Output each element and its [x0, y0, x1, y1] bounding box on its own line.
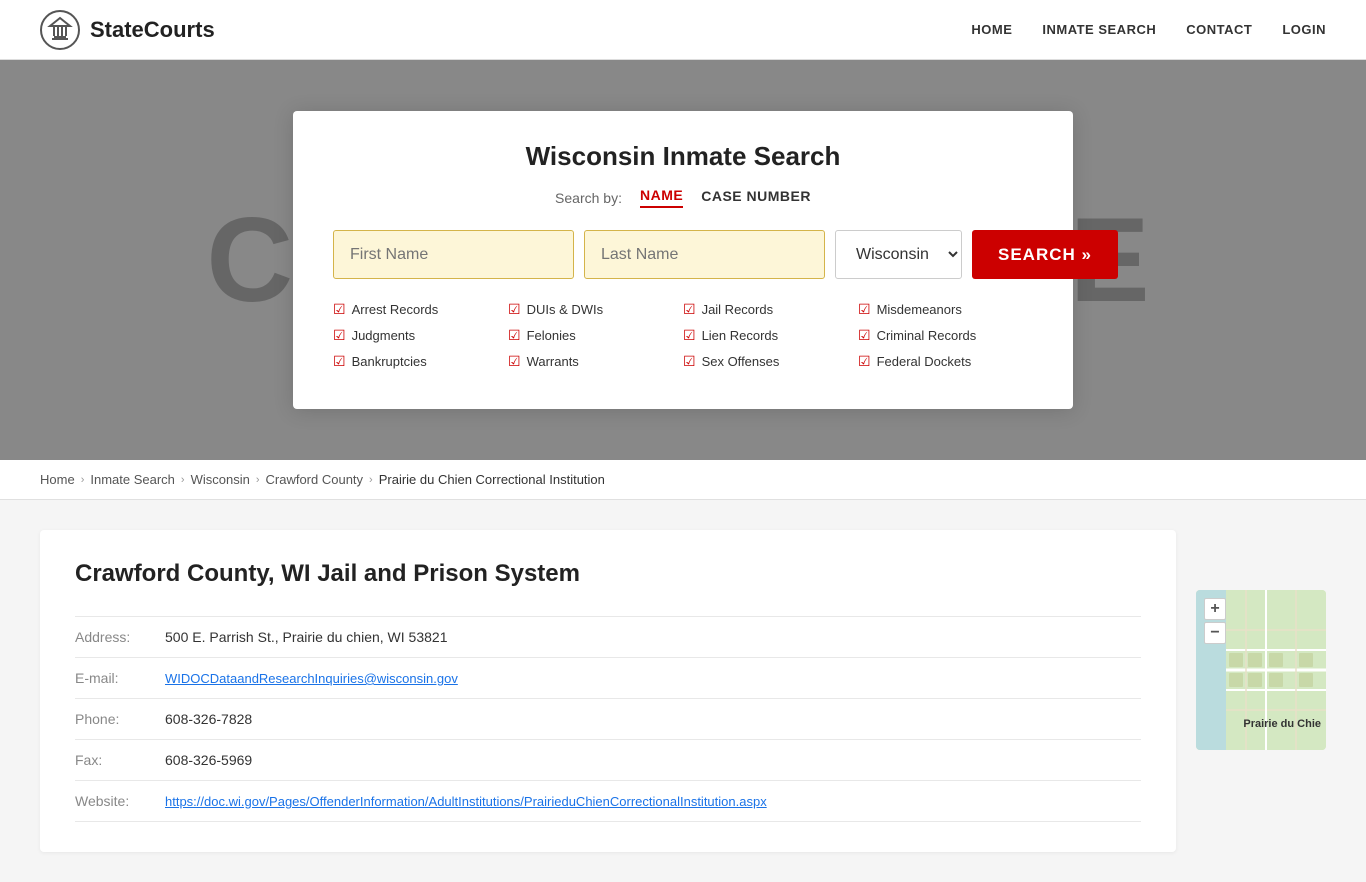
checkbox-item: ☑ Criminal Records: [858, 327, 1033, 344]
content-title: Crawford County, WI Jail and Prison Syst…: [75, 560, 1141, 588]
search-by-label: Search by:: [555, 190, 622, 206]
phone-value: 608-326-7828: [165, 699, 1141, 740]
nav-login[interactable]: LOGIN: [1282, 22, 1326, 37]
info-table: Address: 500 E. Parrish St., Prairie du …: [75, 616, 1141, 822]
search-by-row: Search by: NAME CASE NUMBER: [333, 187, 1033, 208]
nav-home[interactable]: HOME: [971, 22, 1012, 37]
map-zoom-out[interactable]: −: [1204, 622, 1226, 644]
checkbox-label: Jail Records: [702, 302, 774, 317]
breadcrumb-sep-4: ›: [369, 474, 373, 486]
checkbox-icon: ☑: [683, 301, 696, 318]
email-row: E-mail: WIDOCDataandResearchInquiries@wi…: [75, 658, 1141, 699]
checkbox-label: Federal Dockets: [877, 354, 972, 369]
checkbox-icon: ☑: [333, 353, 346, 370]
checkbox-label: Sex Offenses: [702, 354, 780, 369]
last-name-input[interactable]: [584, 230, 825, 279]
checkbox-icon: ☑: [508, 301, 521, 318]
tab-name[interactable]: NAME: [640, 187, 683, 208]
checkbox-icon: ☑: [858, 353, 871, 370]
checkbox-label: Warrants: [527, 354, 579, 369]
email-label: E-mail:: [75, 658, 165, 699]
fax-value: 608-326-5969: [165, 740, 1141, 781]
checkbox-icon: ☑: [858, 301, 871, 318]
checkbox-icon: ☑: [683, 327, 696, 344]
checkbox-label: Lien Records: [702, 328, 779, 343]
checkbox-item: ☑ Misdemeanors: [858, 301, 1033, 318]
checkbox-item: ☑ Arrest Records: [333, 301, 508, 318]
map-label: Prairie du Chie: [1243, 718, 1321, 730]
header: StateCourts HOME INMATE SEARCH CONTACT L…: [0, 0, 1366, 60]
email-link[interactable]: WIDOCDataandResearchInquiries@wisconsin.…: [165, 671, 458, 686]
checkbox-icon: ☑: [333, 301, 346, 318]
checkbox-item: ☑ DUIs & DWIs: [508, 301, 683, 318]
checkbox-item: ☑ Federal Dockets: [858, 353, 1033, 370]
breadcrumb-wisconsin[interactable]: Wisconsin: [191, 472, 250, 487]
checkbox-item: ☑ Bankruptcies: [333, 353, 508, 370]
checkbox-label: Criminal Records: [877, 328, 977, 343]
checkbox-label: Arrest Records: [352, 302, 439, 317]
breadcrumb: Home › Inmate Search › Wisconsin › Crawf…: [0, 460, 1366, 500]
website-label: Website:: [75, 781, 165, 822]
first-name-input[interactable]: [333, 230, 574, 279]
phone-label: Phone:: [75, 699, 165, 740]
nav-contact[interactable]: CONTACT: [1186, 22, 1252, 37]
breadcrumb-sep-1: ›: [81, 474, 85, 486]
checkbox-item: ☑ Jail Records: [683, 301, 858, 318]
main-content: Crawford County, WI Jail and Prison Syst…: [0, 500, 1366, 882]
website-value: https://doc.wi.gov/Pages/OffenderInforma…: [165, 781, 1141, 822]
checkboxes-grid: ☑ Arrest Records ☑ DUIs & DWIs ☑ Jail Records…: [333, 301, 1033, 374]
state-select[interactable]: Wisconsin Alabama Alaska Arizona Arkansa…: [835, 230, 962, 279]
map-controls: + −: [1204, 598, 1226, 644]
checkbox-icon: ☑: [858, 327, 871, 344]
breadcrumb-sep-3: ›: [256, 474, 260, 486]
search-title: Wisconsin Inmate Search: [333, 141, 1033, 172]
checkbox-icon: ☑: [508, 327, 521, 344]
tab-case-number[interactable]: CASE NUMBER: [701, 188, 811, 207]
address-value: 500 E. Parrish St., Prairie du chien, WI…: [165, 617, 1141, 658]
breadcrumb-current: Prairie du Chien Correctional Institutio…: [379, 472, 605, 487]
checkbox-icon: ☑: [333, 327, 346, 344]
checkbox-item: ☑ Judgments: [333, 327, 508, 344]
logo-area: StateCourts: [40, 10, 215, 50]
fax-label: Fax:: [75, 740, 165, 781]
logo-text: StateCourts: [90, 17, 215, 43]
address-label: Address:: [75, 617, 165, 658]
checkbox-label: Judgments: [352, 328, 416, 343]
email-value: WIDOCDataandResearchInquiries@wisconsin.…: [165, 658, 1141, 699]
checkbox-icon: ☑: [508, 353, 521, 370]
search-card: Wisconsin Inmate Search Search by: NAME …: [293, 111, 1073, 409]
breadcrumb-home[interactable]: Home: [40, 472, 75, 487]
fax-row: Fax: 608-326-5969: [75, 740, 1141, 781]
phone-row: Phone: 608-326-7828: [75, 699, 1141, 740]
address-row: Address: 500 E. Parrish St., Prairie du …: [75, 617, 1141, 658]
checkbox-item: ☑ Lien Records: [683, 327, 858, 344]
search-inputs-row: Wisconsin Alabama Alaska Arizona Arkansa…: [333, 230, 1033, 279]
checkbox-item: ☑ Sex Offenses: [683, 353, 858, 370]
checkbox-item: ☑ Felonies: [508, 327, 683, 344]
breadcrumb-sep-2: ›: [181, 474, 185, 486]
breadcrumb-crawford-county[interactable]: Crawford County: [266, 472, 364, 487]
checkbox-item: ☑ Warrants: [508, 353, 683, 370]
hero-section: COURTHOUSE Wisconsin Inmate Search Searc…: [0, 60, 1366, 460]
nav-inmate-search[interactable]: INMATE SEARCH: [1042, 22, 1156, 37]
map-zoom-in[interactable]: +: [1204, 598, 1226, 620]
website-link[interactable]: https://doc.wi.gov/Pages/OffenderInforma…: [165, 794, 767, 809]
breadcrumb-inmate-search[interactable]: Inmate Search: [90, 472, 175, 487]
search-button[interactable]: SEARCH »: [972, 230, 1118, 279]
checkbox-label: DUIs & DWIs: [527, 302, 604, 317]
website-row: Website: https://doc.wi.gov/Pages/Offend…: [75, 781, 1141, 822]
checkbox-icon: ☑: [683, 353, 696, 370]
map-thumbnail: + − Prairie du Chie: [1196, 590, 1326, 750]
content-card: Crawford County, WI Jail and Prison Syst…: [40, 530, 1176, 852]
nav-links: HOME INMATE SEARCH CONTACT LOGIN: [971, 22, 1326, 37]
checkbox-label: Bankruptcies: [352, 354, 427, 369]
checkbox-label: Misdemeanors: [877, 302, 962, 317]
logo-icon: [40, 10, 80, 50]
checkbox-label: Felonies: [527, 328, 576, 343]
